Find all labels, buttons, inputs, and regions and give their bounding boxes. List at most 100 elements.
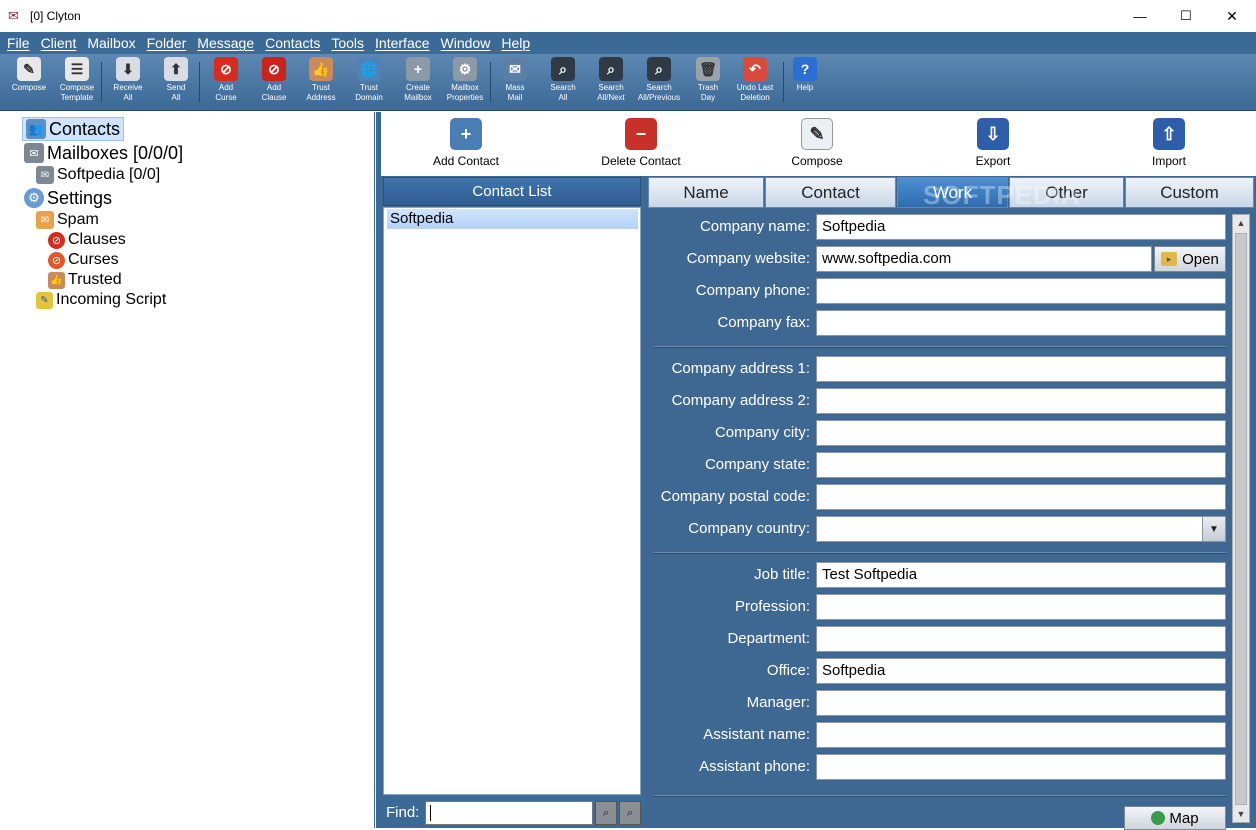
vertical-scrollbar[interactable]: ▲ ▼ [1232,214,1250,823]
title-bar: ✉ [0] Clyton [0,0,1256,32]
find-input[interactable] [425,801,593,825]
company-postal-field[interactable] [816,484,1226,510]
find-next-button[interactable]: ⌕ [595,801,617,825]
tree-item-clauses[interactable]: ⊘ Clauses [48,230,126,250]
trust-domain-button[interactable]: 🌐 Trust Domain [345,57,393,107]
mass-mail-button[interactable]: ✉ Mass Mail [491,57,539,107]
office-field[interactable]: Softpedia [816,658,1226,684]
company-fax-label: Company fax: [717,314,810,331]
map-button[interactable]: Map [1124,806,1226,830]
menu-mailbox[interactable]: Mailbox [87,35,135,51]
menu-help[interactable]: Help [501,35,530,51]
compose-button[interactable]: ✎ Compose [757,118,877,168]
company-name-field[interactable]: Softpedia [816,214,1226,240]
scroll-down-arrow[interactable]: ▼ [1233,806,1249,822]
scroll-thumb[interactable] [1235,233,1247,805]
company-state-field[interactable] [816,452,1226,478]
company-country-select[interactable] [816,516,1226,542]
profession-field[interactable] [816,594,1226,620]
tree-item-trusted[interactable]: 👍 Trusted [48,270,122,290]
close-button[interactable]: ✕ [1209,0,1255,32]
find-label: Find: [386,804,420,821]
menu-tools[interactable]: Tools [331,35,364,51]
tab-contact[interactable]: Contact [765,177,896,208]
mailbox-properties-icon: ⚙ [453,57,477,81]
tree-item-spam[interactable]: ✉ Spam [36,210,99,230]
search-next-button[interactable]: ⌕ Search All/Next [587,57,635,107]
compose-button[interactable]: ✎ Compose [5,57,53,107]
tree-item-settings[interactable]: ⚙ Settings [24,187,112,209]
toolbar-label: Mailbox Properties [446,83,484,102]
section-divider [654,552,1226,554]
menu-folder[interactable]: Folder [147,35,187,51]
clause-button[interactable]: ⊘ Add Clause [250,57,298,107]
contact-list[interactable]: Softpedia [383,207,641,795]
tab-name[interactable]: Name [648,177,764,208]
receive-button[interactable]: ⬇ Receive All [104,57,152,107]
menu-client[interactable]: Client [41,35,77,51]
menu-window[interactable]: Window [441,35,491,51]
assistant-name-field[interactable] [816,722,1226,748]
department-field[interactable] [816,626,1226,652]
menu-contacts[interactable]: Contacts [265,35,320,51]
company-phone-field[interactable] [816,278,1226,304]
trust-address-button[interactable]: 👍 Trust Address [297,57,345,107]
tree-item-mailboxes[interactable]: ✉ Mailboxes [0/0/0] [24,142,183,164]
create-mailbox-button[interactable]: + Create Mailbox [394,57,442,107]
company-city-field[interactable] [816,420,1226,446]
help-button[interactable]: ? Help [781,57,829,107]
company-state-label: Company state: [704,456,810,473]
tab-other[interactable]: Other [1009,177,1124,208]
company-fax-field[interactable] [816,310,1226,336]
chevron-down-icon[interactable]: ▼ [1202,517,1225,541]
list-item[interactable]: Softpedia [387,209,638,229]
scroll-up-arrow[interactable]: ▲ [1233,215,1249,231]
search-all-button[interactable]: ⌕ Search All [539,57,587,107]
binoculars-icon: ⌕ [602,806,610,819]
menu-file[interactable]: File [7,35,30,51]
trash-button[interactable]: 🗑 Trash Day [684,57,732,107]
open-website-button[interactable]: ▸ Open [1154,246,1226,272]
add-contact-button[interactable]: + Add Contact [406,118,526,168]
search-all-icon: ⌕ [551,57,575,81]
company-address1-field[interactable] [816,356,1226,382]
assistant-phone-field[interactable] [816,754,1226,780]
menu-interface[interactable]: Interface [375,35,429,51]
job-title-field[interactable]: Test Softpedia [816,562,1226,588]
company-address2-field[interactable] [816,388,1226,414]
tab-work[interactable]: Work [897,177,1008,208]
minimize-button[interactable]: — [1117,0,1163,32]
template-icon: ☰ [65,57,89,81]
curse-icon: ⊘ [214,57,238,81]
tree-item-contacts[interactable]: 👥 Contacts [22,117,125,141]
undo-deletion-button[interactable]: ↶ Undo Last Deletion [731,57,779,107]
find-previous-button[interactable]: ⌕ [619,801,641,825]
curse-button[interactable]: ⊘ Add Curse [202,57,250,107]
menu-message[interactable]: Message [197,35,254,51]
send-button[interactable]: ⬆ Send All [152,57,200,107]
toolbar-separator [783,62,784,102]
delete-contact-button[interactable]: − Delete Contact [581,118,701,168]
tree-item-softpedia[interactable]: ✉ Softpedia [0/0] [36,165,160,185]
maximize-button[interactable]: ☐ [1163,0,1209,32]
import-button[interactable]: ⇧ Import [1109,118,1229,168]
template-button[interactable]: ☰ Compose Template [53,57,101,107]
mailbox-properties-button[interactable]: ⚙ Mailbox Properties [441,57,489,107]
contact-list-pane: Contact List Softpedia Find: ⌕ ⌕ [381,176,646,828]
spam-icon: ✉ [36,211,54,229]
tree-item-incoming-script[interactable]: ✎ Incoming Script [36,290,166,310]
tab-custom[interactable]: Custom [1125,177,1254,208]
company-website-field[interactable]: www.softpedia.com [816,246,1152,272]
contacts-icon: 👥 [26,119,46,139]
search-previous-button[interactable]: ⌕ Search All/Previous [635,57,683,107]
company-postal-label: Company postal code: [660,488,810,505]
trash-icon: 🗑 [696,57,720,81]
toolbar-label: Search All/Next [597,83,625,102]
window-title: [0] Clyton [30,9,81,23]
app-icon: ✉ [8,8,19,23]
tree-item-curses[interactable]: ⊘ Curses [48,250,119,270]
manager-label: Manager: [746,694,810,711]
export-button[interactable]: ⇩ Export [933,118,1053,168]
manager-field[interactable] [816,690,1226,716]
add-contact-icon: + [450,118,482,150]
